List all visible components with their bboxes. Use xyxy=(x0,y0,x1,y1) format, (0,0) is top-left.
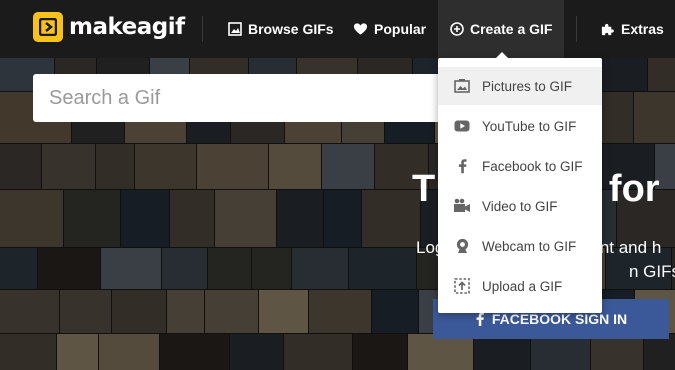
nav-divider xyxy=(202,16,203,42)
nav-extras[interactable]: Extras xyxy=(600,0,664,58)
dropdown-item-label: Pictures to GIF xyxy=(482,78,573,94)
webcam-icon xyxy=(453,237,471,255)
facebook-sign-in-label: FACEBOOK SIGN IN xyxy=(491,311,628,327)
nav-create-gif[interactable]: Create a GIF xyxy=(438,0,564,58)
upload-icon xyxy=(453,277,471,295)
dropdown-item-youtube-to-gif[interactable]: YouTube to GIF xyxy=(438,107,602,145)
facebook-icon xyxy=(476,312,484,326)
nav-browse-label: Browse GIFs xyxy=(248,21,334,37)
dropdown-item-webcam-to-gif[interactable]: Webcam to GIF xyxy=(438,227,602,265)
nav-popular[interactable]: Popular xyxy=(353,0,426,58)
nav-extras-label: Extras xyxy=(621,21,664,37)
dropdown-item-label: Video to GIF xyxy=(482,198,558,214)
dropdown-item-pictures-to-gif[interactable]: Pictures to GIF xyxy=(438,67,602,105)
heart-icon xyxy=(353,23,368,35)
nav-browse-gifs[interactable]: Browse GIFs xyxy=(228,0,334,58)
video-camera-icon xyxy=(453,197,471,215)
dropdown-item-label: Upload a GIF xyxy=(482,278,563,294)
dropdown-item-upload-a-gif[interactable]: Upload a GIF xyxy=(438,267,602,305)
pictures-icon xyxy=(453,77,471,95)
dropdown-item-label: Webcam to GIF xyxy=(482,238,577,254)
dropdown-item-label: Facebook to GIF xyxy=(482,158,583,174)
logo[interactable]: makeagif xyxy=(33,12,185,42)
logo-badge-icon xyxy=(33,12,63,42)
top-navbar: makeagif Browse GIFs Popular Create a GI… xyxy=(0,0,675,58)
hero-title-start: T xyxy=(412,168,436,210)
search-input[interactable] xyxy=(33,74,503,122)
dropdown-item-video-to-gif[interactable]: Video to GIF xyxy=(438,187,602,225)
image-icon xyxy=(228,22,242,36)
facebook-icon xyxy=(453,157,471,175)
dropdown-item-label: YouTube to GIF xyxy=(482,118,577,134)
nav-divider xyxy=(576,16,577,42)
nav-popular-label: Popular xyxy=(374,21,427,37)
nav-create-label: Create a GIF xyxy=(470,21,553,37)
create-gif-dropdown: Pictures to GIF YouTube to GIF Facebook … xyxy=(438,58,602,313)
logo-text: makeagif xyxy=(69,14,185,40)
plus-circle-icon xyxy=(450,22,464,36)
puzzle-icon xyxy=(601,23,614,35)
youtube-icon xyxy=(453,117,471,135)
hero-subtitle-line2-end: n GIFs an xyxy=(629,262,675,281)
dropdown-item-facebook-to-gif[interactable]: Facebook to GIF xyxy=(438,147,602,185)
dropdown-caret xyxy=(495,52,509,59)
